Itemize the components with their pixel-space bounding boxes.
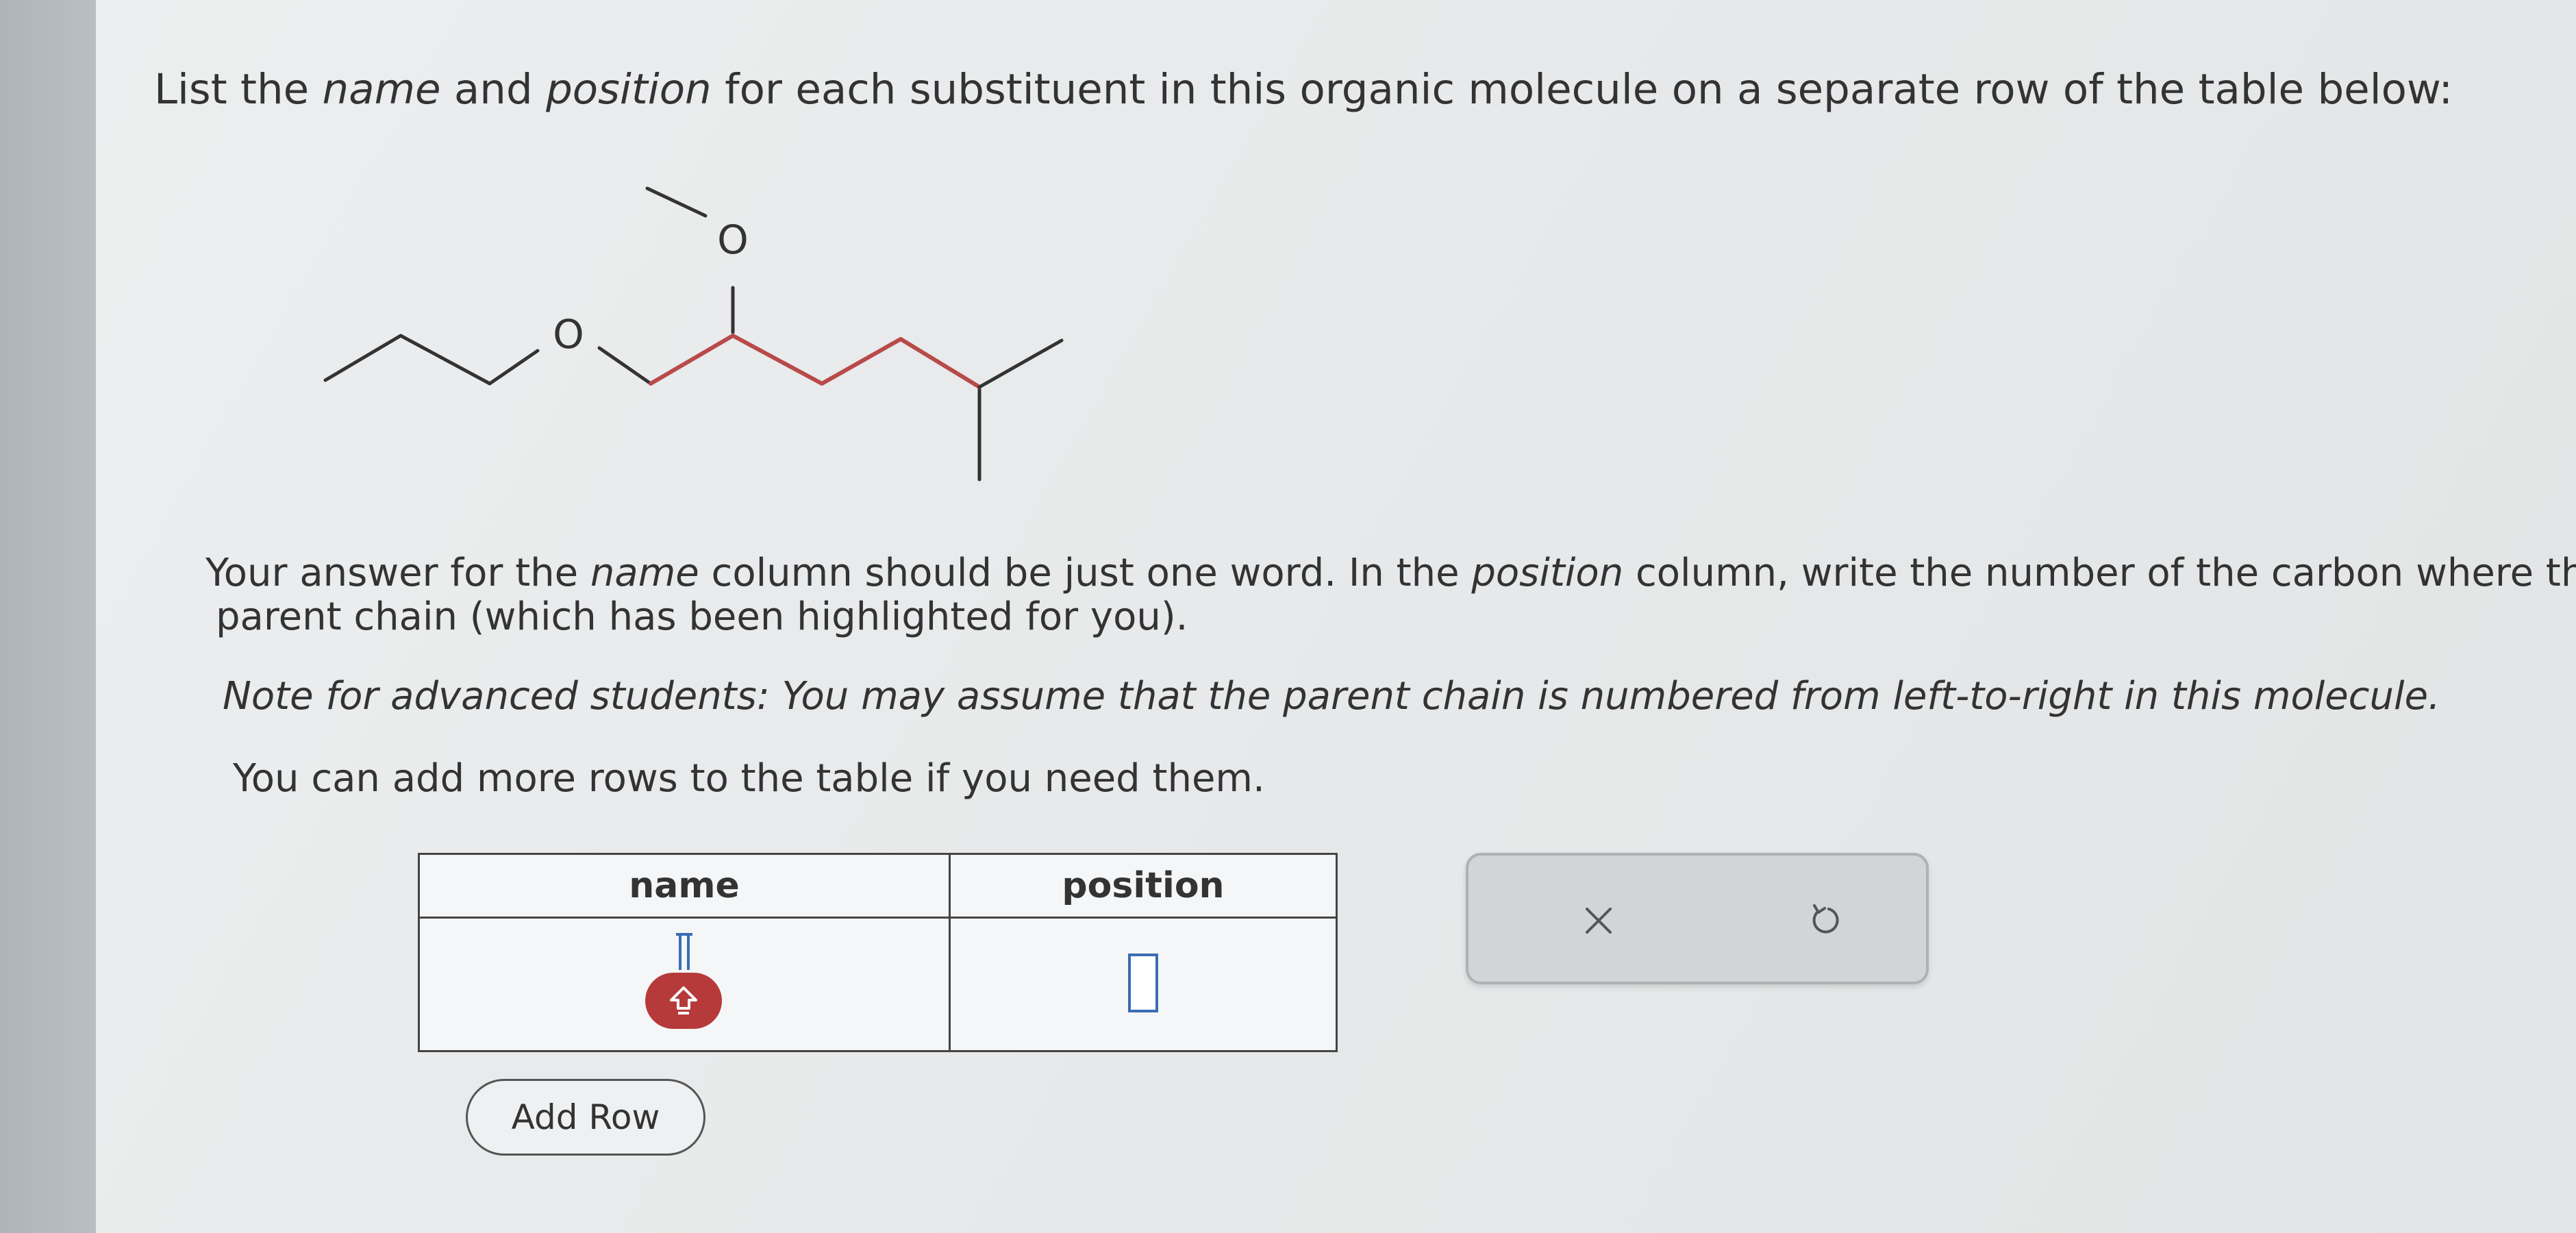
question-prompt: List the name and position for each subs… (154, 65, 2453, 114)
keyboard-toggle-icon (670, 986, 697, 1014)
question-middle: and (440, 65, 547, 114)
name-cell[interactable] (418, 917, 951, 1052)
instruction-line-2: parent chain (which has been highlighted… (216, 595, 1188, 639)
clear-button[interactable] (1564, 886, 1633, 955)
position-input[interactable] (1128, 954, 1158, 1012)
advanced-note: Note for advanced students: You may assu… (223, 675, 2440, 719)
bond-ethyl-1 (323, 334, 403, 382)
instruction-line-1: Your answer for the name column should b… (205, 551, 2576, 595)
parent-bond-3 (820, 337, 903, 386)
bond-ethyl-2 (399, 334, 492, 386)
header-position: position (949, 853, 1338, 919)
table-header-row: name position (418, 853, 1338, 919)
table-row (418, 917, 1338, 1052)
header-name: name (418, 853, 951, 919)
bond-ether-o1-right (597, 346, 653, 386)
instruction-paragraph: Your answer for the name column should b… (205, 551, 2576, 639)
answer-table: name position (418, 853, 1338, 1052)
undo-icon (1812, 904, 1839, 934)
parent-bond-1 (649, 334, 735, 386)
question-emphasis-position: position (546, 65, 712, 114)
parent-bond-4 (899, 337, 981, 389)
instruction-text-a: Your answer for the (205, 551, 590, 595)
molecule-structure: O O (323, 186, 1064, 482)
bond-ether-o1-left (488, 349, 540, 386)
instruction-emphasis-name: name (590, 551, 699, 595)
undo-button[interactable] (1790, 886, 1859, 955)
close-icon (1586, 908, 1612, 934)
bond-terminal-methyl (977, 338, 1064, 389)
instruction-text-c: column, write the number of the carbon w… (1623, 551, 2576, 595)
parent-bond-2 (731, 334, 824, 386)
question-emphasis-name: name (322, 65, 441, 114)
advanced-note-label: Note for advanced students: (223, 674, 770, 719)
add-rows-hint: You can add more rows to the table if yo… (233, 756, 1265, 801)
question-suffix: for each substituent in this organic mol… (711, 65, 2453, 114)
instruction-emphasis-position: position (1471, 551, 1624, 595)
keyboard-toggle-button[interactable] (645, 973, 722, 1029)
advanced-note-text: You may assume that the parent chain is … (769, 674, 2440, 719)
instruction-text-b: column should be just one word. In the (699, 551, 1472, 595)
answer-action-panel (1466, 853, 1929, 984)
molecule-diagram: O O (295, 164, 1144, 496)
oxygen-atom-ether: O (553, 311, 584, 358)
question-prefix: List the (154, 65, 323, 114)
name-input[interactable] (640, 932, 729, 1034)
position-cell[interactable] (949, 917, 1338, 1052)
parent-chain-highlight (649, 334, 981, 389)
text-cursor-icon (676, 933, 692, 970)
bond-methyl-o2 (645, 186, 708, 218)
oxygen-atom-methoxy: O (717, 216, 749, 263)
add-row-button[interactable]: Add Row (466, 1079, 705, 1156)
